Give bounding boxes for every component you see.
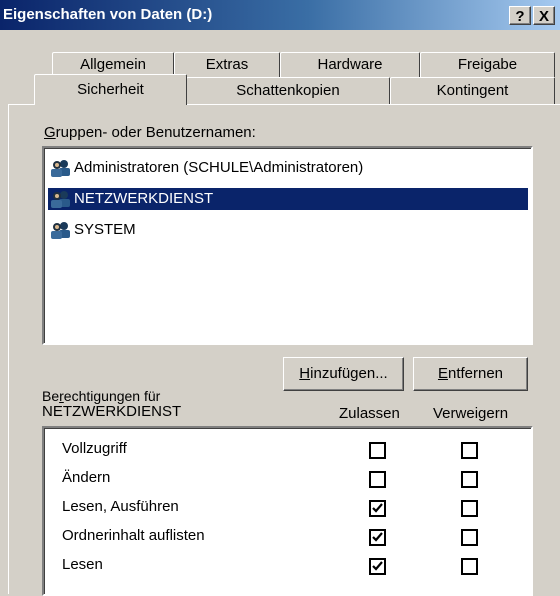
permissions-header-line1: Berechtigungen für [42, 388, 161, 404]
permissions-subject: NETZWERKDIENST [42, 403, 182, 420]
remove-button-accesskey: E [437, 365, 448, 382]
allow-checkbox-lesen-ausfuehren[interactable] [369, 500, 386, 517]
allow-column-header: Zulassen [339, 405, 400, 422]
list-item[interactable]: Administratoren (SCHULE\Administratoren) [50, 157, 530, 179]
groups-label-accesskey: G [44, 124, 56, 141]
permission-label: Ändern [62, 469, 111, 486]
list-item-label: SYSTEM [74, 221, 136, 238]
permission-label: Lesen, Ausführen [62, 498, 179, 515]
list-item-label: NETZWERKDIENST [74, 190, 214, 207]
permission-label: Lesen [62, 556, 103, 573]
users-group-icon [51, 160, 70, 178]
list-item-label: Administratoren (SCHULE\Administratoren) [74, 159, 364, 176]
allow-checkbox-ordnerinhalt[interactable] [369, 529, 386, 546]
window-title: Eigenschaften von Daten (D:) [3, 6, 213, 23]
add-button[interactable]: Hinzufügen... [283, 357, 404, 391]
groups-label: Gruppen- oder Benutzernamen: [44, 124, 256, 141]
groups-label-text: ruppen- oder Benutzernamen: [55, 124, 256, 141]
tab-freigabe[interactable]: Freigabe [420, 52, 555, 77]
remove-button[interactable]: Entfernen [413, 357, 528, 391]
tab-kontingent[interactable]: Kontingent [390, 77, 555, 104]
permissions-header: Berechtigungen für NETZWERKDIENST [42, 388, 181, 420]
remove-button-label: ntfernen [447, 365, 504, 382]
permission-label: Vollzugriff [62, 440, 127, 457]
close-button[interactable]: X [533, 6, 555, 25]
deny-checkbox-aendern[interactable] [461, 471, 478, 488]
users-group-icon [51, 191, 70, 209]
permission-label: Ordnerinhalt auflisten [62, 527, 205, 544]
users-group-icon [51, 222, 70, 240]
groups-listbox[interactable]: Administratoren (SCHULE\Administratoren)… [42, 146, 533, 345]
permissions-listbox[interactable]: Vollzugriff Ändern Lesen, Ausführen Ordn… [42, 426, 533, 596]
tab-sicherheit[interactable]: Sicherheit [34, 74, 187, 105]
tab-extras[interactable]: Extras [174, 52, 280, 77]
allow-checkbox-aendern[interactable] [369, 471, 386, 488]
help-button[interactable]: ? [509, 6, 531, 25]
check-icon [372, 532, 383, 542]
check-icon [372, 503, 383, 513]
add-button-label: inzufügen... [310, 365, 388, 382]
deny-checkbox-lesen-ausfuehren[interactable] [461, 500, 478, 517]
list-item-selected[interactable]: NETZWERKDIENST [48, 188, 528, 210]
check-icon [372, 561, 383, 571]
add-button-accesskey: H [299, 365, 311, 382]
deny-checkbox-lesen[interactable] [461, 558, 478, 575]
tab-hardware[interactable]: Hardware [280, 52, 420, 77]
deny-checkbox-ordnerinhalt[interactable] [461, 529, 478, 546]
list-item[interactable]: SYSTEM [50, 219, 530, 241]
allow-checkbox-vollzugriff[interactable] [369, 442, 386, 459]
deny-checkbox-vollzugriff[interactable] [461, 442, 478, 459]
deny-column-header: Verweigern [433, 405, 509, 422]
allow-checkbox-lesen[interactable] [369, 558, 386, 575]
tab-schattenkopien[interactable]: Schattenkopien [186, 77, 390, 104]
